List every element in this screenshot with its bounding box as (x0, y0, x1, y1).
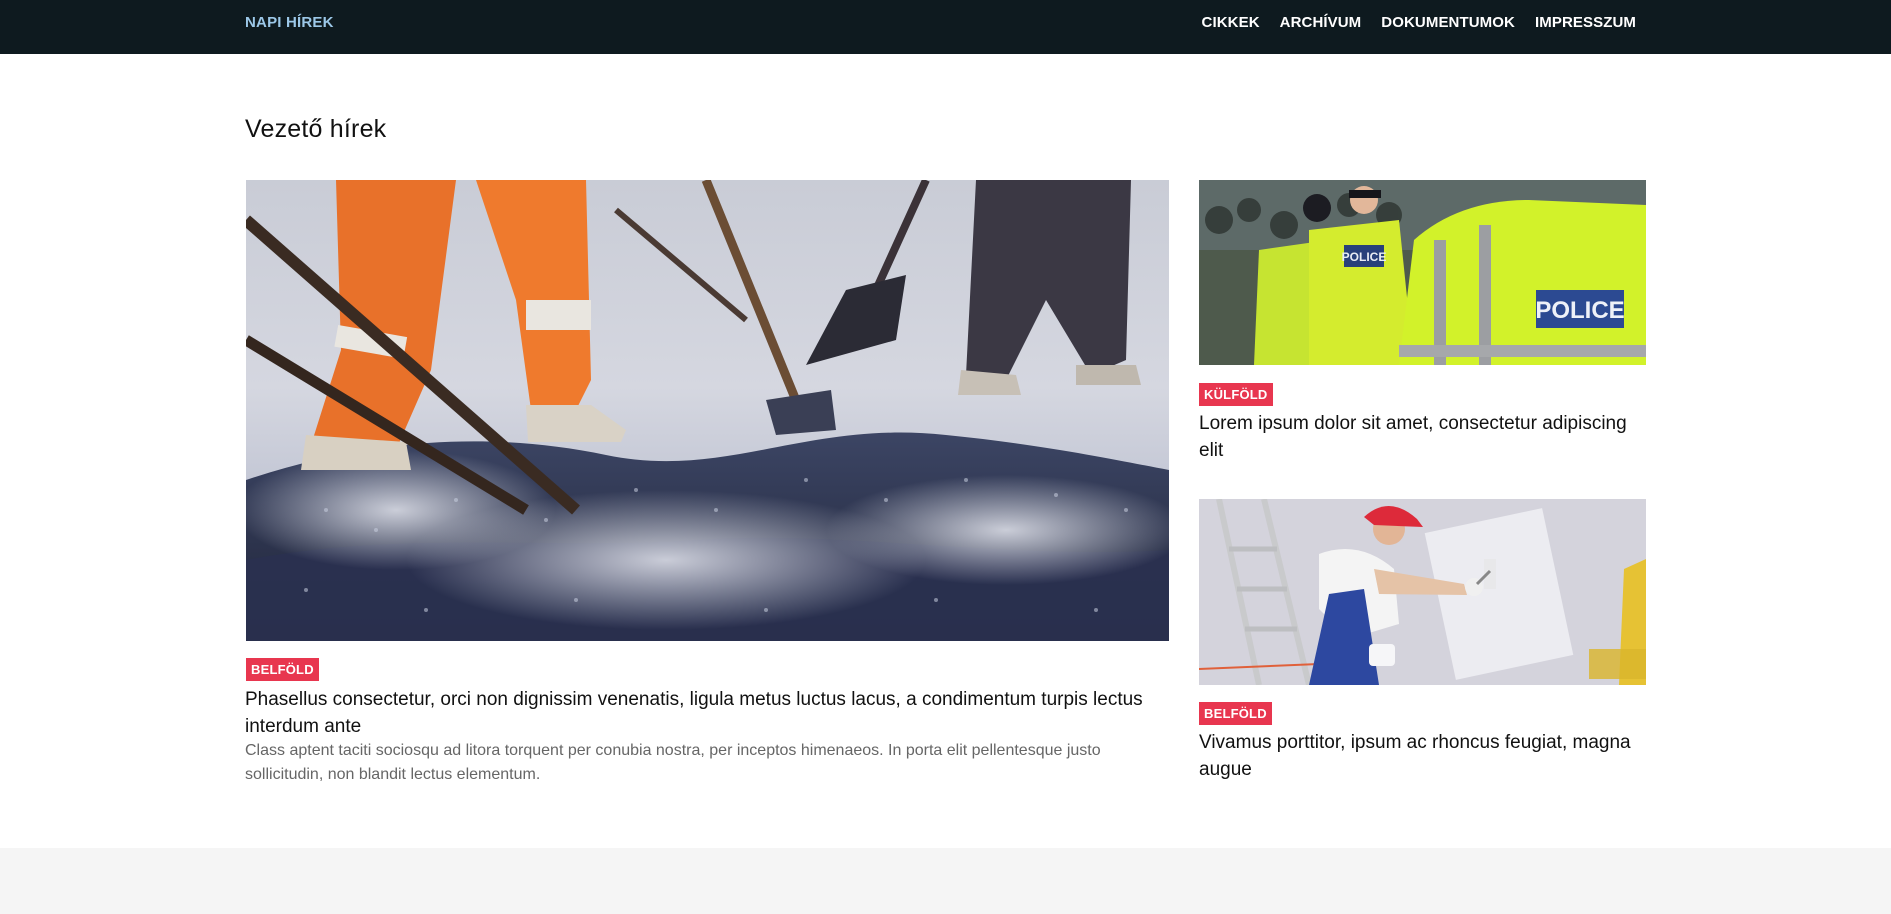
svg-text:POLICE: POLICE (1342, 250, 1387, 264)
nav-link-impresszum[interactable]: IMPRESSZUM (1535, 14, 1636, 31)
featured-article-image[interactable] (246, 180, 1169, 641)
footer-background-strip (0, 848, 1891, 914)
featured-excerpt: Class aptent taciti sociosqu ad litora t… (245, 742, 1101, 783)
category-badge[interactable]: BELFÖLD (246, 658, 319, 681)
side-article-2-headline-link[interactable]: Vivamus porttitor, ipsum ac rhoncus feug… (1199, 729, 1646, 783)
brand-logo-link[interactable]: NAPI HÍREK (245, 14, 334, 31)
category-badge[interactable]: BELFÖLD (1199, 702, 1272, 725)
nav-link-archivum[interactable]: ARCHÍVUM (1280, 14, 1362, 31)
nav-menu: CIKKEK ARCHÍVUM DOKUMENTUMOK IMPRESSZUM (1202, 14, 1636, 31)
nav-link-dokumentumok[interactable]: DOKUMENTUMOK (1381, 14, 1515, 31)
category-badge[interactable]: KÜLFÖLD (1199, 383, 1273, 406)
police-label-text: POLICE (1535, 297, 1624, 324)
road-workers-photo (246, 180, 1169, 641)
featured-headline-link[interactable]: Phasellus consectetur, orci non dignissi… (245, 686, 1169, 740)
section-title: Vezető hírek (245, 115, 387, 143)
side-article-2-image[interactable] (1199, 499, 1646, 685)
side-article-1-headline-link[interactable]: Lorem ipsum dolor sit amet, consectetur … (1199, 410, 1646, 464)
police-officers-photo: POLICE POLICE (1199, 180, 1646, 365)
painter-photo (1199, 499, 1646, 685)
top-navbar: NAPI HÍREK CIKKEK ARCHÍVUM DOKUMENTUMOK … (0, 0, 1891, 54)
side-article-1-image[interactable]: POLICE POLICE (1199, 180, 1646, 365)
nav-link-cikkek[interactable]: CIKKEK (1202, 14, 1260, 31)
